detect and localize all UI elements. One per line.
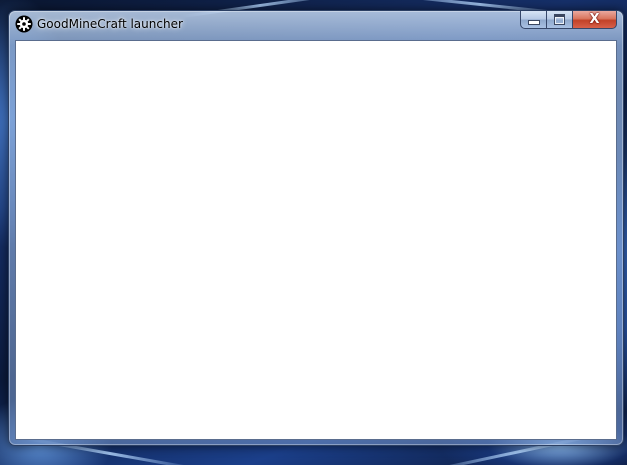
title-bar[interactable]: GoodMineCraft launcher X xyxy=(9,11,623,38)
maximize-button[interactable] xyxy=(547,11,573,29)
window-controls: X xyxy=(520,11,617,30)
window-title: GoodMineCraft launcher xyxy=(37,17,183,31)
gear-icon[interactable] xyxy=(15,15,33,33)
window-content-area xyxy=(15,40,617,440)
close-icon: X xyxy=(589,12,600,27)
desktop-background: GoodMineCraft launcher X xyxy=(0,0,627,465)
launcher-window: GoodMineCraft launcher X xyxy=(8,10,624,446)
maximize-icon xyxy=(554,14,565,25)
minimize-icon xyxy=(527,20,540,25)
minimize-button[interactable] xyxy=(520,11,547,29)
close-button[interactable]: X xyxy=(573,11,617,29)
